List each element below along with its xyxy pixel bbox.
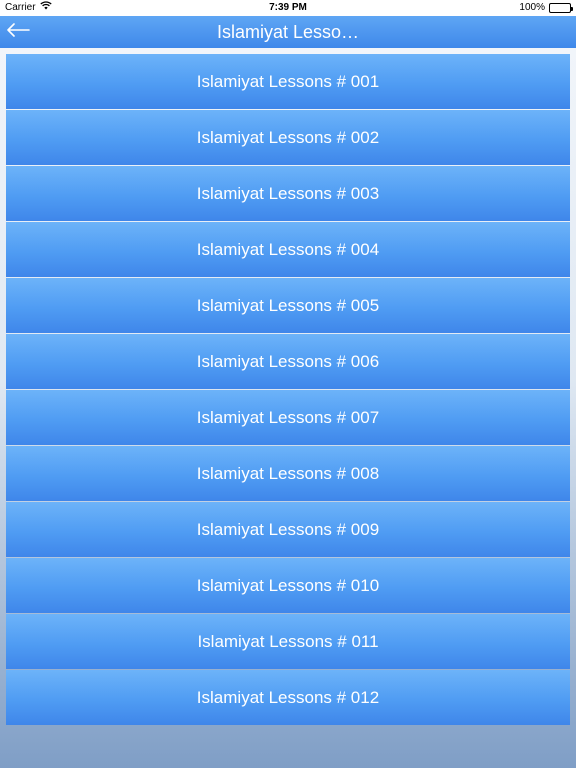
lesson-button-001[interactable]: Islamiyat Lessons # 001 [6,54,570,109]
lesson-button-003[interactable]: Islamiyat Lessons # 003 [6,166,570,221]
lesson-button-009[interactable]: Islamiyat Lessons # 009 [6,502,570,557]
lesson-button-002[interactable]: Islamiyat Lessons # 002 [6,110,570,165]
navigation-bar: Islamiyat Lesso… [0,16,576,48]
lesson-button-008[interactable]: Islamiyat Lessons # 008 [6,446,570,501]
status-right: 100% [519,0,573,16]
lesson-button-006[interactable]: Islamiyat Lessons # 006 [6,334,570,389]
lesson-button-011[interactable]: Islamiyat Lessons # 011 [6,614,570,669]
status-time: 7:39 PM [269,2,307,13]
battery-icon [549,3,573,13]
status-bar: Carrier 7:39 PM 100% [0,0,576,16]
lesson-button-012[interactable]: Islamiyat Lessons # 012 [6,670,570,725]
lesson-button-010[interactable]: Islamiyat Lessons # 010 [6,558,570,613]
page-title: Islamiyat Lesso… [216,22,360,42]
lesson-list: Islamiyat Lessons # 001 Islamiyat Lesson… [6,54,570,726]
lesson-button-005[interactable]: Islamiyat Lessons # 005 [6,278,570,333]
lesson-button-004[interactable]: Islamiyat Lessons # 004 [6,222,570,277]
lesson-button-007[interactable]: Islamiyat Lessons # 007 [6,390,570,445]
battery-percent: 100% [519,2,545,13]
